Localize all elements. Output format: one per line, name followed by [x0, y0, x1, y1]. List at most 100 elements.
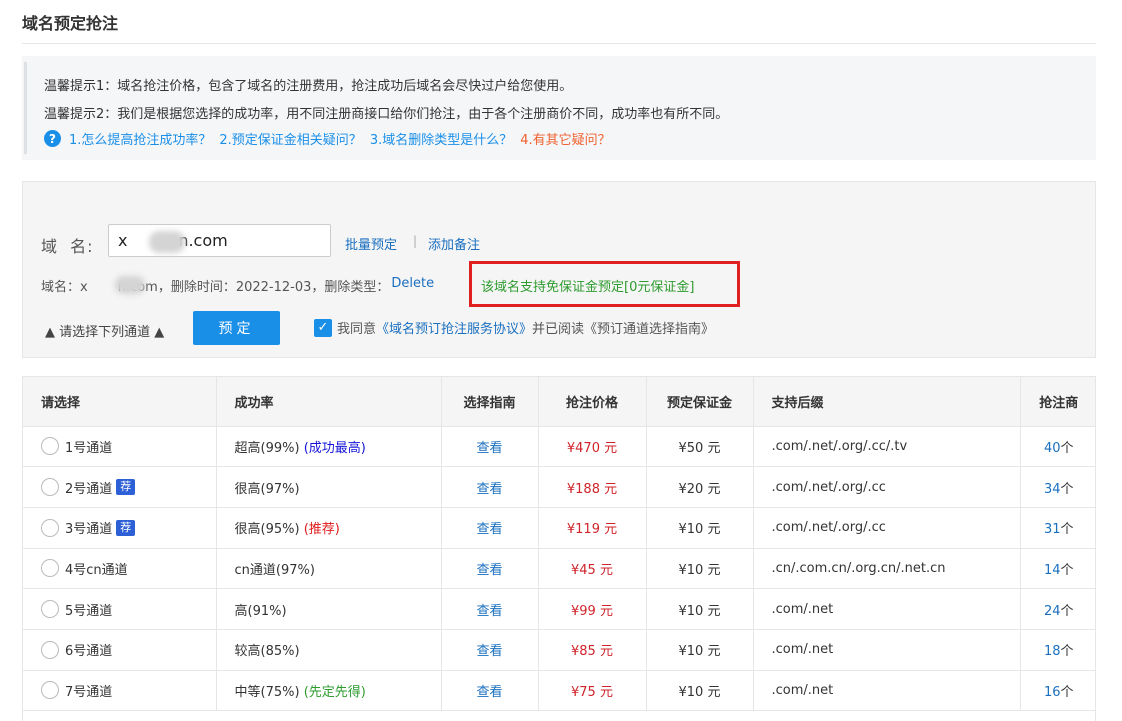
registrar-count-link[interactable]: 18	[1044, 644, 1061, 659]
channel-name: 5号通道	[65, 603, 113, 619]
view-guide-link[interactable]: 查看	[476, 441, 502, 456]
price-cell: ¥188 元	[538, 466, 647, 508]
registrar-unit: 个	[1060, 603, 1074, 619]
registrar-count-link[interactable]: 14	[1044, 563, 1061, 578]
success-rate: 较高(85%)	[234, 644, 300, 660]
price-cell: ¥99 元	[538, 588, 647, 630]
price-value: ¥470 元	[566, 440, 618, 456]
agree-checkbox[interactable]: ✓	[314, 318, 332, 337]
price-value: ¥119 元	[566, 522, 618, 538]
add-note-link[interactable]: 添加备注	[428, 234, 480, 253]
faq-link-2[interactable]: 2.预定保证金相关疑问？	[219, 129, 361, 148]
suffix-cell: .com/.net	[753, 629, 1021, 671]
registrar-cell[interactable]: 31个	[1020, 507, 1095, 549]
registrar-count-link[interactable]: 40	[1044, 441, 1061, 456]
rate-note: (先定先得)	[303, 684, 366, 700]
channel-cell[interactable]: 3号通道荐	[23, 507, 217, 549]
suffix-value: .com/.net	[771, 682, 834, 698]
view-guide-link[interactable]: 查看	[476, 563, 502, 578]
registrar-cell[interactable]: 34个	[1020, 466, 1095, 508]
channel-radio[interactable]	[41, 600, 59, 619]
batch-book-link[interactable]: 批量预定	[345, 234, 397, 253]
delete-type-link[interactable]: Delete	[391, 276, 434, 295]
guide-cell[interactable]: 查看	[441, 629, 539, 671]
price-value: ¥75 元	[571, 684, 613, 700]
redaction-blur	[115, 276, 145, 294]
channel-radio[interactable]	[41, 518, 59, 537]
registrar-cell[interactable]: 16个	[1020, 670, 1095, 712]
channel-cell[interactable]: 6号通道	[23, 629, 217, 671]
link-separator: |	[413, 234, 418, 248]
service-agreement-link[interactable]: 《域名预订抢注服务协议》	[376, 318, 532, 337]
faq-link-1[interactable]: 1.怎么提高抢注成功率？	[69, 129, 211, 148]
price-cell: ¥75 元	[538, 670, 647, 712]
table-row[interactable]: 2号通道荐 很高(97%) 查看 ¥188 元 ¥20 元 .com/.net/…	[23, 466, 1095, 508]
price-value: ¥188 元	[566, 481, 618, 497]
registrar-unit: 个	[1060, 684, 1074, 700]
registrar-cell[interactable]: 14个	[1020, 548, 1095, 590]
guide-cell[interactable]: 查看	[441, 426, 539, 468]
registrar-cell[interactable]: 18个	[1020, 629, 1095, 671]
deposit-cell: ¥10 元	[646, 588, 754, 630]
table-row[interactable]: 5号通道 高(91%) 查看 ¥99 元 ¥10 元 .com/.net 24个	[23, 588, 1095, 630]
guide-cell[interactable]: 查看	[441, 466, 539, 508]
agree-prefix: 我同意	[337, 322, 377, 337]
domain-info: 域名：x n.com，删除时间：2022-12-03，删除类型： Delete	[41, 276, 434, 295]
deposit-cell: ¥20 元	[646, 466, 754, 508]
price-value: ¥45 元	[571, 562, 613, 578]
highlight-box	[469, 261, 740, 307]
table-row[interactable]: 4号cn通道 cn通道(97%) 查看 ¥45 元 ¥10 元 .cn/.com…	[23, 548, 1095, 590]
rate-cell: 中等(75%) (先定先得)	[216, 670, 442, 712]
registrar-count-link[interactable]: 31	[1044, 522, 1061, 537]
channel-radio[interactable]	[41, 437, 59, 456]
guide-cell[interactable]: 查看	[441, 670, 539, 712]
channel-cell[interactable]: 7号通道	[23, 670, 217, 712]
channel-radio[interactable]	[41, 640, 59, 659]
col-header-registrar: 抢注商	[1020, 377, 1095, 427]
price-cell: ¥119 元	[538, 507, 647, 549]
registrar-cell[interactable]: 40个	[1020, 426, 1095, 468]
view-guide-link[interactable]: 查看	[476, 522, 502, 537]
faq-link-3[interactable]: 3.域名删除类型是什么？	[370, 129, 512, 148]
guide-cell[interactable]: 查看	[441, 507, 539, 549]
question-circle-icon: ?	[44, 130, 61, 147]
view-guide-link[interactable]: 查看	[476, 604, 502, 619]
suffix-cell: .com/.net/.org/.cc	[753, 466, 1021, 508]
channel-cell[interactable]: 1号通道	[23, 426, 217, 468]
channel-radio[interactable]	[41, 478, 59, 497]
table-row[interactable]: 3号通道荐 很高(95%) (推荐) 查看 ¥119 元 ¥10 元 .com/…	[23, 507, 1095, 549]
view-guide-link[interactable]: 查看	[476, 685, 502, 700]
registrar-cell[interactable]: 24个	[1020, 588, 1095, 630]
suffix-cell: .com/.net	[753, 588, 1021, 630]
col-header-suffix: 支持后缀	[753, 377, 1021, 427]
registrar-count-link[interactable]: 24	[1044, 604, 1061, 619]
price-cell: ¥85 元	[538, 629, 647, 671]
channel-radio[interactable]	[41, 681, 59, 700]
table-row[interactable]: 7号通道 中等(75%) (先定先得) 查看 ¥75 元 ¥10 元 .com/…	[23, 670, 1095, 712]
table-row[interactable]: 6号通道 较高(85%) 查看 ¥85 元 ¥10 元 .com/.net 18…	[23, 629, 1095, 671]
domain-input[interactable]	[108, 224, 331, 257]
guide-cell[interactable]: 查看	[441, 588, 539, 630]
success-rate: 高(91%)	[234, 603, 287, 619]
guide-cell[interactable]: 查看	[441, 548, 539, 590]
view-guide-link[interactable]: 查看	[476, 482, 502, 497]
channel-cell[interactable]: 2号通道荐	[23, 466, 217, 508]
channel-cell[interactable]: 5号通道	[23, 588, 217, 630]
view-guide-link[interactable]: 查看	[476, 644, 502, 659]
channel-radio[interactable]	[41, 559, 59, 578]
success-rate: 中等(75%)	[234, 684, 300, 700]
book-button[interactable]: 预定	[193, 311, 280, 345]
channel-cell[interactable]: 4号cn通道	[23, 548, 217, 590]
channel-table: 请选择 成功率 选择指南 抢注价格 预定保证金 支持后缀 抢注商 1号通道 超高…	[22, 376, 1096, 721]
table-row[interactable]: 1号通道 超高(99%) (成功最高) 查看 ¥470 元 ¥50 元 .com…	[23, 426, 1095, 468]
channel-name: 3号通道	[65, 522, 113, 538]
rate-cell: 超高(99%) (成功最高)	[216, 426, 442, 468]
channel-name: 2号通道	[65, 481, 113, 497]
registrar-unit: 个	[1060, 522, 1074, 538]
rate-cell: 很高(97%)	[216, 466, 442, 508]
success-rate: 超高(99%)	[234, 440, 300, 456]
faq-link-4[interactable]: 4.有其它疑问？	[520, 129, 610, 148]
registrar-count-link[interactable]: 16	[1044, 685, 1061, 700]
deposit-value: ¥20 元	[678, 481, 721, 497]
registrar-count-link[interactable]: 34	[1044, 482, 1061, 497]
